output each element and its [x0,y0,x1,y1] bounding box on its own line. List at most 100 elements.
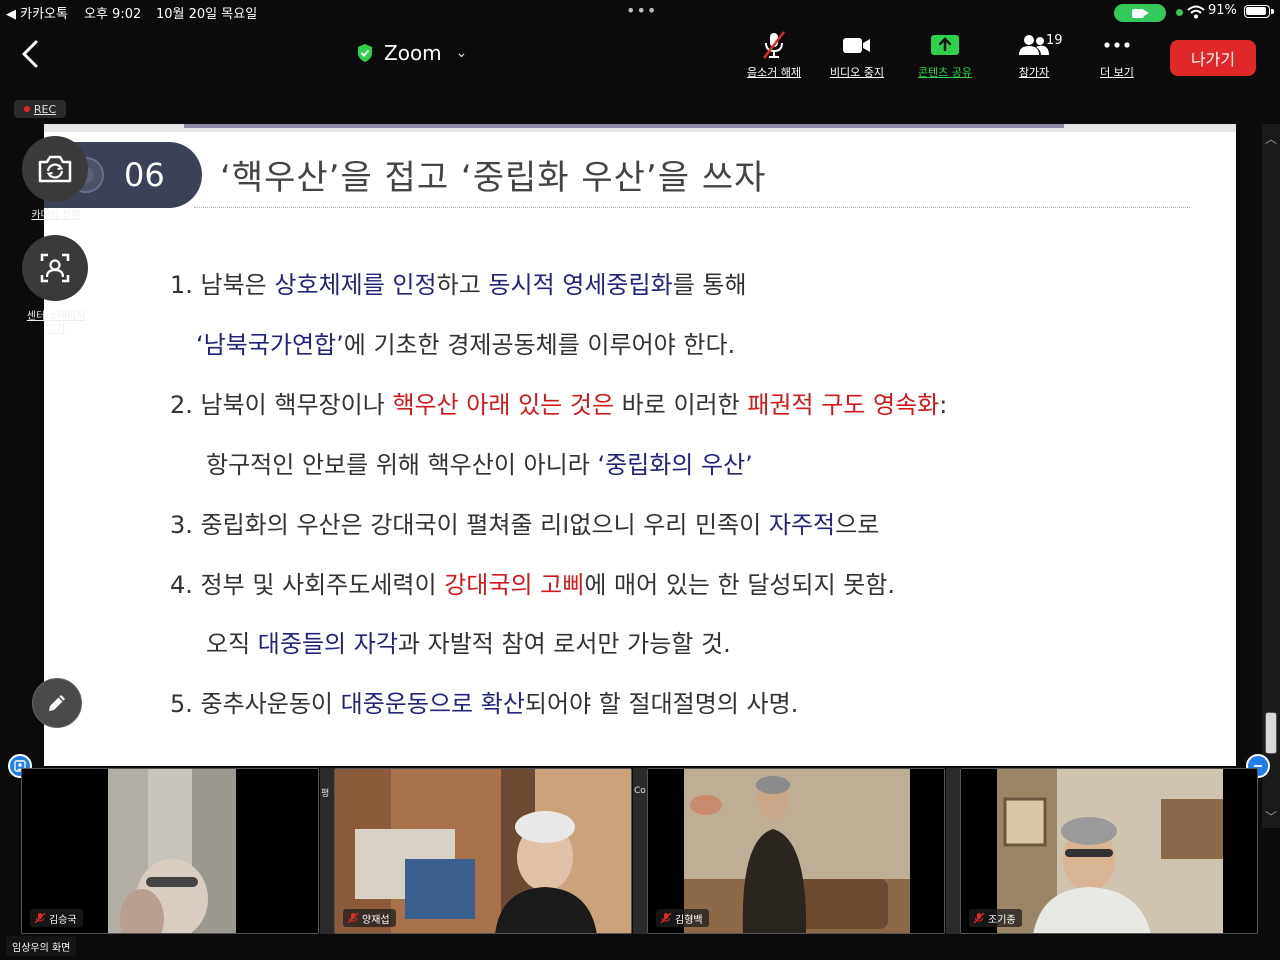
meeting-title-dropdown[interactable]: Zoom ⌄ [356,38,467,68]
status-date: 10월 20일 목요일 [156,7,258,22]
slide-text-run: 를 통해 [672,271,747,299]
slide-title: ‘핵우산’을 접고 ‘중립화 우산’을 쓰자 [220,158,767,198]
slide-top-strip [44,124,1236,132]
unmute-label: 음소거 해제 [746,66,802,79]
slide-text-run: : [939,391,948,419]
slide-line: 오직 대중들의 자각과 자발적 참여 로서만 가능할 것. [206,624,731,659]
chevron-down-icon: ⌄ [455,45,468,61]
participant-video-tile[interactable]: 양재섭 [334,768,632,934]
participant-video-tile[interactable]: 김승국 [21,768,319,934]
shield-check-icon [358,44,372,62]
multitask-dots-icon[interactable]: ••• [626,1,657,20]
camera-switch-label: 카메라 전환 [31,210,81,221]
more-dots-icon [1104,42,1130,48]
back-chevron-icon[interactable] [16,34,46,74]
share-content-button[interactable]: 콘텐츠 공유 [905,30,985,84]
slide-text-run: 오직 [206,630,258,658]
slide-text-run: 상호체제를 인정 [274,271,437,299]
scroll-up-icon[interactable]: ︿ [1265,130,1277,147]
slide-line: 3. 중립화의 우산은 강대국이 펼쳐줄 리I없으니 우리 민족이 자주적으로 [170,505,879,540]
participant-name: 조기종 [988,914,1016,926]
offscreen-tile-edge: Co [633,768,647,934]
status-time: 오후 9:02 [84,7,142,22]
participant-video-tile[interactable]: 조기종 [960,768,1258,934]
leave-button[interactable]: 나가기 [1170,40,1256,76]
camera-rotate-icon [38,155,72,183]
offscreen-tile-edge: 평 [320,768,334,934]
meeting-toolbar: Zoom ⌄ 음소거 해제 비디오 중지 콘텐츠 공유 19 참가자 더 보기 … [0,24,1280,88]
center-stage-icon [40,253,70,283]
offscreen-tile-edge [946,768,960,934]
participant-name-tag: 김승국 [30,909,83,927]
slide-text-run: 없으니 우리 민족이 [569,511,769,539]
slide-text-run: 동시적 영세중립화 [488,271,673,299]
mic-off-icon [973,912,985,924]
slide-text-run: ‘남북국가연합’ [196,331,344,359]
center-stage-label: 센터 스테이지 끄기 [14,310,98,336]
slide-text-run: 2. 남북이 핵무장이나 [170,391,393,419]
participants-label: 참가자 [1018,66,1050,79]
mic-off-icon [34,912,46,924]
participant-name-tag: 조기종 [969,909,1022,927]
battery-percent: 91% [1208,3,1237,18]
slide-text-run: 과 자발적 참여 로서만 가능할 것. [397,630,731,658]
screen-owner-label: 임상우의 화면 [6,936,77,956]
center-stage-button[interactable] [22,235,88,301]
center-stage-label-line2: 끄기 [46,324,66,335]
participant-name-tag: 김형백 [656,909,709,927]
slide-text-run: 강대국의 고삐 [444,571,585,599]
participant-video-tile[interactable]: 김형백 [647,768,945,934]
recording-indicator: REC [14,100,66,118]
slide-line: 5. 중추사운동이 대중운동으로 확산되어야 할 절대절명의 사명. [170,684,798,719]
slide-text-run: 패권적 구도 영속화 [747,391,940,419]
scroll-thumb[interactable] [1265,712,1277,754]
slide-text-run: 되어야 할 절대절명의 사명. [524,690,799,718]
slide-number: 06 [124,156,165,194]
slide-text-run: 에 기초한 경제공동체를 이루어야 한다. [343,331,736,359]
meeting-title: Zoom [384,41,442,65]
mic-off-icon [347,912,359,924]
title-divider [194,207,1190,208]
stop-video-button[interactable]: 비디오 중지 [817,30,897,84]
slide-text-run: 대중들의 자각 [257,630,398,658]
share-content-label: 콘텐츠 공유 [917,66,973,79]
annotate-button[interactable] [32,678,82,728]
slide-text-run: 핵우산 아래 있는 것은 [392,391,615,419]
camera-in-use-indicator [1114,4,1166,22]
slide-text-run: 1. 남북은 [170,271,275,299]
camera-switch-button[interactable] [22,136,88,202]
more-button[interactable]: 더 보기 [1077,30,1157,84]
scroll-down-icon[interactable]: ﹀ [1265,808,1277,825]
vertical-scrollbar[interactable]: ︿ ﹀ [1262,124,1280,828]
back-to-app-link[interactable]: ◀ 카카오톡 [6,3,68,22]
slide-text-run: 에 매어 있는 한 달성되지 못함. [584,571,896,599]
slide-text-run: 3. 중립화의 우산은 강대국이 펼쳐줄 리 [170,511,563,539]
slide-text-run: ‘중립화의 우산’ [597,451,753,479]
battery-icon [1244,5,1274,18]
status-bar: ◀ 카카오톡 오후 9:02 10월 20일 목요일 ••• 91% [0,0,1280,24]
slide-text-run: 대중운동으로 확산 [340,690,525,718]
more-label: 더 보기 [1100,66,1134,79]
unmute-button[interactable]: 음소거 해제 [734,30,814,84]
participant-name-tag: 양재섭 [343,909,396,927]
pencil-icon [49,695,65,711]
slide-line: ‘남북국가연합’에 기초한 경제공동체를 이루어야 한다. [196,325,735,360]
slide-line: 항구적인 안보를 위해 핵우산이 아니라 ‘중립화의 우산’ [206,445,753,480]
slide-text-run: 자주적 [768,511,836,539]
video-camera-icon [843,38,870,53]
slide-line: 2. 남북이 핵무장이나 핵우산 아래 있는 것은 바로 이러한 패권적 구도 … [170,385,947,420]
participants-button[interactable]: 19 참가자 [994,30,1074,84]
slide-text-run: 바로 이러한 [614,391,748,419]
share-up-arrow-icon [931,35,959,55]
participant-name: 김승국 [49,914,77,926]
slide-text-run: 5. 중추사운동이 [170,690,341,718]
slide-text-run: 하고 [436,271,489,299]
participant-name: 양재섭 [362,914,390,926]
stop-video-label: 비디오 중지 [829,66,885,79]
record-dot-icon [23,106,30,112]
mic-off-icon [660,912,672,924]
participant-count: 19 [1046,33,1063,48]
mic-off-icon [763,31,785,59]
slide-line: 1. 남북은 상호체제를 인정하고 동시적 영세중립화를 통해 [170,265,747,300]
slide-text-run: 으로 [835,511,880,539]
